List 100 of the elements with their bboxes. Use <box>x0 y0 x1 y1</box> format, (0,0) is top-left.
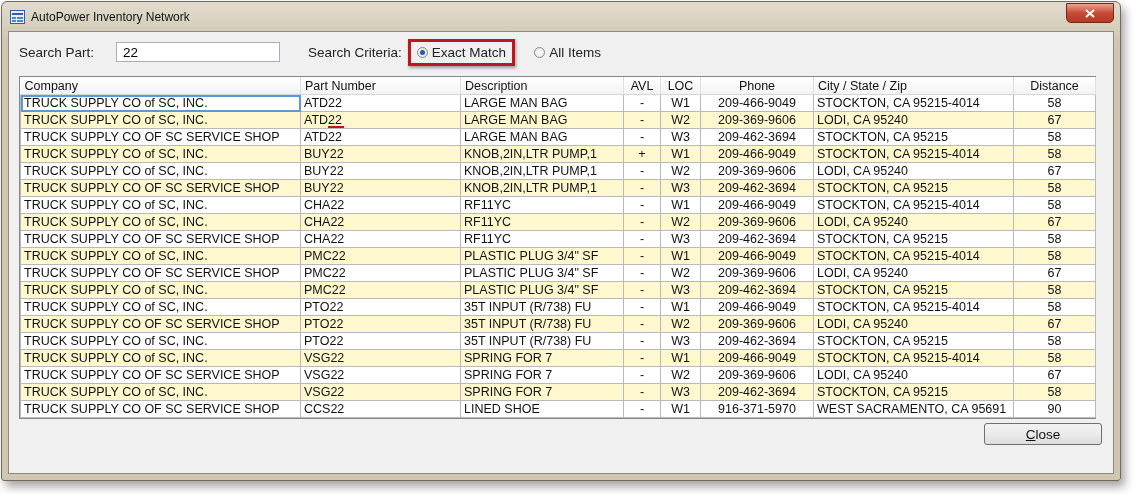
table-cell: KNOB,2IN,LTR PUMP,1 <box>460 179 624 197</box>
table-cell: STOCKTON, CA 95215 <box>813 230 1014 248</box>
table-cell: VSG22 <box>300 366 461 384</box>
table-cell: TRUCK SUPPLY CO of SC, INC. <box>20 196 301 214</box>
table-cell: TRUCK SUPPLY CO OF SC SERVICE SHOP <box>20 128 301 146</box>
column-header[interactable]: City / State / Zip <box>813 77 1014 95</box>
table-cell: 90 <box>1013 400 1096 418</box>
table-cell: LODI, CA 95240 <box>813 315 1014 333</box>
close-button[interactable] <box>1066 3 1114 23</box>
table-cell: 58 <box>1013 196 1096 214</box>
table-cell: 58 <box>1013 332 1096 350</box>
table-cell: ATD22 <box>300 94 461 112</box>
table-cell: W1 <box>660 400 701 418</box>
table-cell: 209-369-9606 <box>700 162 814 180</box>
table-cell: LODI, CA 95240 <box>813 111 1014 129</box>
table-cell: 916-371-5970 <box>700 400 814 418</box>
table-cell: TRUCK SUPPLY CO OF SC SERVICE SHOP <box>20 400 301 418</box>
table-cell: 209-369-9606 <box>700 264 814 282</box>
column-header[interactable]: AVL <box>623 77 661 95</box>
table-cell: PMC22 <box>300 281 461 299</box>
table-cell: STOCKTON, CA 95215-4014 <box>813 94 1014 112</box>
table-cell: PLASTIC PLUG 3/4" SF <box>460 264 624 282</box>
criteria-label: Search Criteria: <box>308 44 402 60</box>
table-cell: 35T INPUT (R/738) FU <box>460 315 624 333</box>
table-cell: W3 <box>660 281 701 299</box>
table-cell: TRUCK SUPPLY CO of SC, INC. <box>20 281 301 299</box>
table-cell: 35T INPUT (R/738) FU <box>460 332 624 350</box>
table-cell: BUY22 <box>300 162 461 180</box>
table-cell: SPRING FOR 7 <box>460 383 624 401</box>
radio-label[interactable]: Exact Match <box>431 44 507 60</box>
table-cell: W1 <box>660 298 701 316</box>
table-cell: 209-369-9606 <box>700 315 814 333</box>
column-header[interactable]: Distance <box>1013 77 1096 95</box>
table-cell: 67 <box>1013 366 1096 384</box>
radio-option[interactable]: All Items <box>525 38 610 66</box>
table-cell: VSG22 <box>300 349 461 367</box>
table-cell: - <box>623 349 661 367</box>
table-cell: BUY22 <box>300 179 461 197</box>
table-cell: STOCKTON, CA 95215 <box>813 128 1014 146</box>
table-cell: - <box>623 179 661 197</box>
table-cell: W1 <box>660 145 701 163</box>
table-cell: - <box>623 298 661 316</box>
table-cell: TRUCK SUPPLY CO of SC, INC. <box>20 94 301 112</box>
table-cell: 58 <box>1013 145 1096 163</box>
table-cell: 209-462-3694 <box>700 179 814 197</box>
table-cell: - <box>623 94 661 112</box>
table-cell: STOCKTON, CA 95215-4014 <box>813 145 1014 163</box>
table-cell: 209-466-9049 <box>700 196 814 214</box>
table-cell: 209-466-9049 <box>700 298 814 316</box>
radio-button[interactable] <box>534 46 546 58</box>
radio-button[interactable] <box>416 46 428 58</box>
table-cell: TRUCK SUPPLY CO OF SC SERVICE SHOP <box>20 366 301 384</box>
table-cell: LARGE MAN BAG <box>460 128 624 146</box>
table-cell: CHA22 <box>300 196 461 214</box>
table-cell: W3 <box>660 230 701 248</box>
app-icon <box>10 9 25 24</box>
table-cell: KNOB,2IN,LTR PUMP,1 <box>460 145 624 163</box>
table-cell: W2 <box>660 366 701 384</box>
column-header[interactable]: Company <box>20 77 301 95</box>
table-cell: 209-462-3694 <box>700 230 814 248</box>
table-cell: RF11YC <box>460 196 624 214</box>
table-cell: STOCKTON, CA 95215-4014 <box>813 298 1014 316</box>
column-header[interactable]: Part Number <box>300 77 461 95</box>
table-cell: 67 <box>1013 264 1096 282</box>
table-cell: ATD22 <box>300 128 461 146</box>
close-dialog-button[interactable]: Close <box>984 423 1102 445</box>
table-cell: 209-369-9606 <box>700 111 814 129</box>
column-header[interactable]: Description <box>460 77 624 95</box>
table-cell: W3 <box>660 383 701 401</box>
radio-label[interactable]: All Items <box>549 44 601 60</box>
table-cell: 58 <box>1013 128 1096 146</box>
table-cell: 58 <box>1013 298 1096 316</box>
table-cell: 209-462-3694 <box>700 281 814 299</box>
column-header[interactable]: LOC <box>660 77 701 95</box>
table-cell: ATD22 <box>300 111 461 129</box>
table-cell: STOCKTON, CA 95215-4014 <box>813 349 1014 367</box>
table-cell: - <box>623 281 661 299</box>
table-cell: LINED SHOE <box>460 400 624 418</box>
table-cell: 58 <box>1013 383 1096 401</box>
table-cell: TRUCK SUPPLY CO OF SC SERVICE SHOP <box>20 179 301 197</box>
table-cell: - <box>623 111 661 129</box>
table-cell: RF11YC <box>460 213 624 231</box>
table-cell: - <box>623 383 661 401</box>
table-cell: SPRING FOR 7 <box>460 366 624 384</box>
table-cell: RF11YC <box>460 230 624 248</box>
table-cell: TRUCK SUPPLY CO of SC, INC. <box>20 145 301 163</box>
table-cell: CHA22 <box>300 230 461 248</box>
search-field[interactable]: 22 <box>116 42 281 62</box>
table-cell: 67 <box>1013 213 1096 231</box>
table-cell: 67 <box>1013 111 1096 129</box>
table-cell: 209-466-9049 <box>700 94 814 112</box>
table-cell: - <box>623 264 661 282</box>
table-cell: LODI, CA 95240 <box>813 213 1014 231</box>
table-cell: 209-466-9049 <box>700 145 814 163</box>
table-cell: TRUCK SUPPLY CO of SC, INC. <box>20 111 301 129</box>
table-cell: PLASTIC PLUG 3/4" SF <box>460 281 624 299</box>
column-header[interactable]: Phone <box>700 77 814 95</box>
table-cell: W3 <box>660 179 701 197</box>
table-cell: TRUCK SUPPLY CO OF SC SERVICE SHOP <box>20 264 301 282</box>
table-cell: 209-466-9049 <box>700 349 814 367</box>
